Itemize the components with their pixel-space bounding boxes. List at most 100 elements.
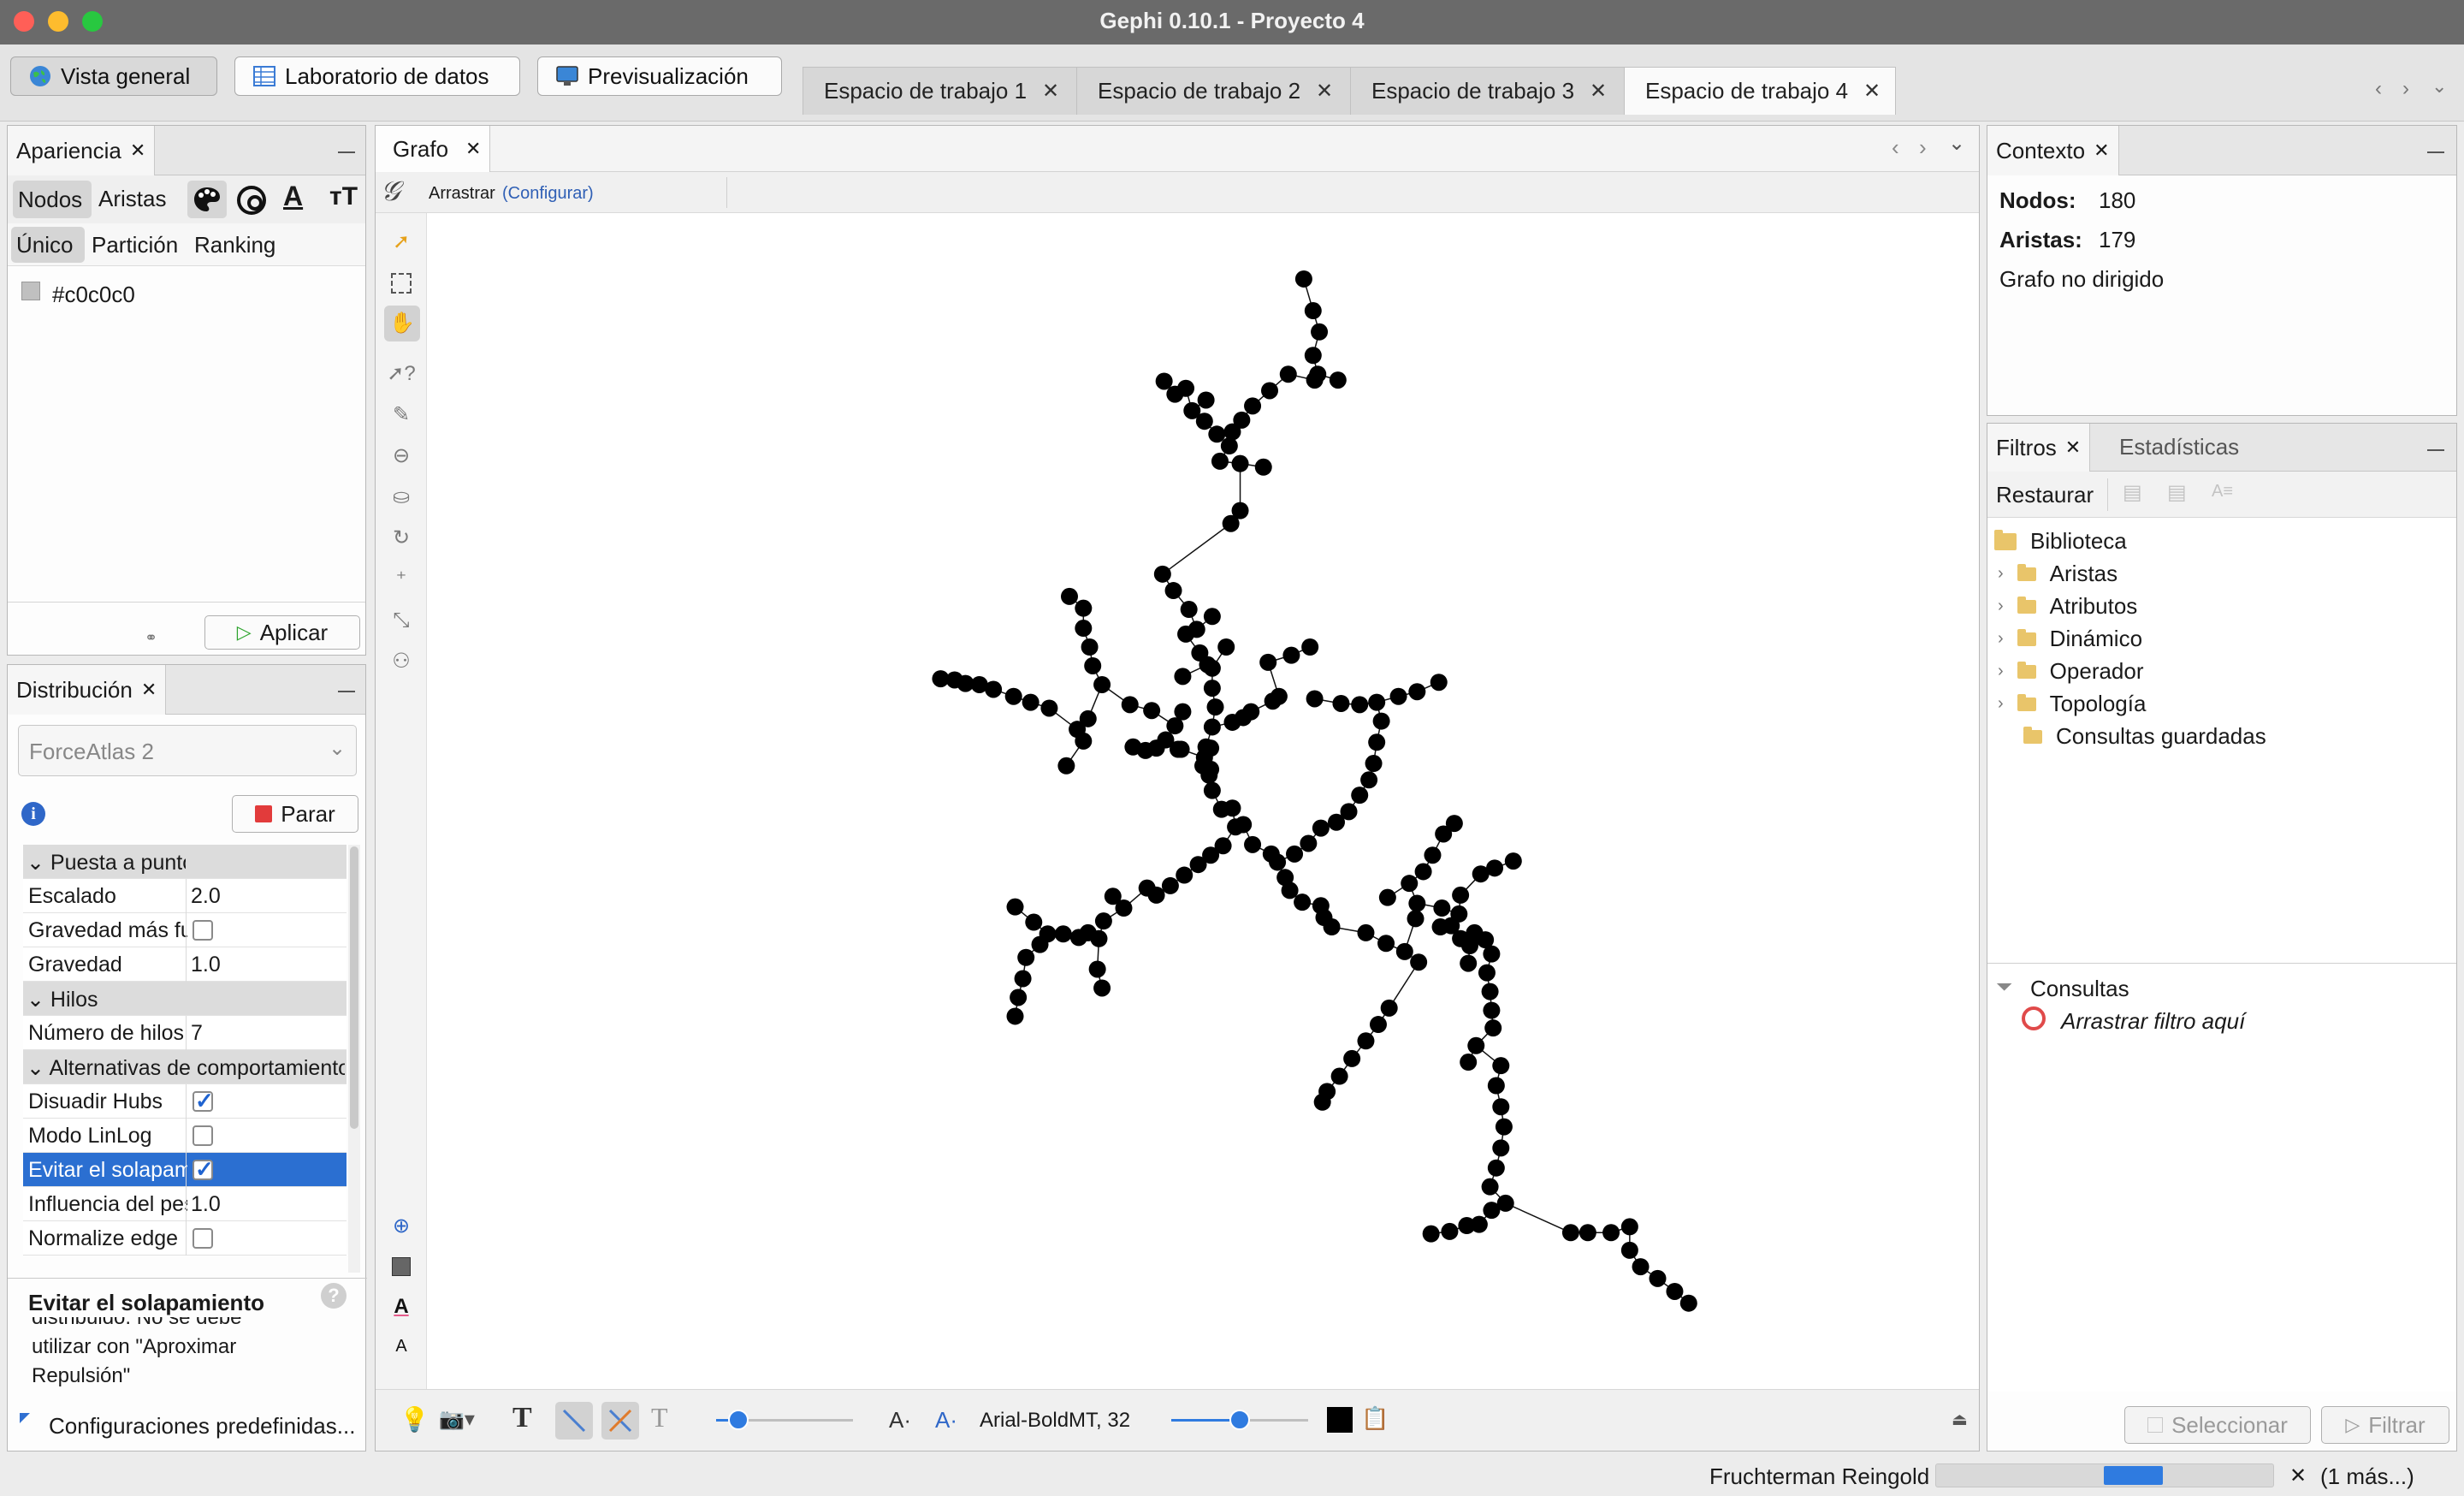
select-pointer-icon[interactable]: ➚ [386,227,417,258]
chevron-right-icon[interactable]: › [1919,134,1927,161]
prop-normalize-edge[interactable]: Normalize edge [23,1221,346,1256]
more-tasks-link[interactable]: (1 más...) [2320,1463,2414,1490]
close-icon[interactable]: ✕ [2065,436,2081,459]
unique-tab[interactable]: Único [11,227,85,263]
tab-filters[interactable]: Filtros ✕ [1987,424,2091,472]
prop-value[interactable]: 1.0 [191,1192,221,1217]
graph-node[interactable] [1481,1178,1499,1196]
graph-node[interactable] [1093,675,1111,693]
graph-node[interactable] [1487,1159,1505,1177]
data-lab-mode-button[interactable]: Laboratorio de datos [234,56,520,96]
graph-node[interactable] [1649,1269,1667,1287]
graph-node[interactable] [1054,925,1072,943]
prop-strong-gravity[interactable]: Gravedad más fuerte [23,913,346,947]
graph-node[interactable] [1174,668,1192,686]
chevron-left-icon[interactable]: ‹ [1892,134,1899,161]
graph-node[interactable] [1220,437,1238,455]
chevron-left-icon[interactable]: ‹ [2375,77,2382,101]
slider-thumb[interactable] [728,1410,749,1430]
graph-node[interactable] [1477,931,1495,949]
font-name[interactable]: Arial-BoldMT, 32 [980,1409,1130,1433]
prop-value[interactable]: 2.0 [191,884,221,909]
stop-button[interactable]: Parar [232,795,358,833]
graph-node[interactable] [1620,1218,1638,1236]
workspace-tab-4[interactable]: Espacio de trabajo 4 ✕ [1624,67,1896,115]
show-labels-icon[interactable]: T [512,1402,532,1434]
graph-node[interactable] [1561,1224,1579,1242]
prop-linlog[interactable]: Modo LinLog [23,1119,346,1153]
strong-gravity-checkbox[interactable] [192,920,213,941]
graph-node[interactable] [1094,912,1112,930]
graph-node[interactable] [1176,866,1194,884]
graph-node[interactable] [1372,712,1390,730]
graph-node[interactable] [1025,913,1043,931]
graph-node[interactable] [1483,1202,1501,1220]
graph-node[interactable] [1161,876,1179,894]
close-icon[interactable]: ✕ [1042,79,1059,104]
graph-node[interactable] [1306,690,1324,708]
graph-node[interactable] [1211,452,1229,470]
graph-node[interactable] [1620,1241,1638,1259]
graph-node[interactable] [1222,514,1240,532]
screenshot-icon[interactable]: 📷▾ [439,1407,475,1432]
graph-node[interactable] [1208,425,1226,443]
graph-node[interactable] [1312,819,1330,837]
graph-node[interactable] [1203,608,1221,626]
graph-node[interactable] [1442,917,1460,935]
graph-node[interactable] [1351,696,1369,714]
rectangle-select-icon[interactable] [386,268,417,299]
graph-node[interactable] [1017,948,1035,966]
close-icon[interactable]: ✕ [1316,79,1333,104]
graph-node[interactable] [1235,816,1253,834]
graph-node[interactable] [1153,565,1171,583]
graph-node[interactable] [1147,739,1165,757]
graph-node[interactable] [1006,1007,1024,1025]
graph-node[interactable] [1244,397,1262,415]
label-color-icon[interactable]: A [283,181,303,212]
graph-node[interactable] [1458,1217,1476,1235]
tab-context[interactable]: Contexto ✕ [1987,126,2119,175]
property-scrollbar[interactable] [348,845,360,1273]
graph-node[interactable] [1378,888,1396,906]
graph-node[interactable] [1057,757,1075,775]
graph-node[interactable] [1282,646,1300,664]
graph-node[interactable] [1578,1224,1596,1242]
graph-canvas[interactable] [427,213,1979,1389]
export-icon[interactable]: ▤ [2123,480,2142,505]
graph-node[interactable] [1460,1054,1478,1072]
graph-node[interactable] [1433,899,1451,917]
graph-node[interactable] [1329,371,1347,389]
graph-node[interactable] [1217,638,1235,656]
color-swatch[interactable] [21,282,40,300]
drag-hand-icon[interactable]: ✋ [384,306,420,341]
size-icon[interactable] [234,182,270,218]
graph-node[interactable] [1004,687,1022,705]
graph-node[interactable] [1206,698,1224,716]
graph-node[interactable] [1472,865,1490,883]
import-icon[interactable]: ▤ [2167,480,2187,505]
graph-node[interactable] [1424,846,1442,864]
graph-node[interactable] [1484,1019,1502,1037]
paint-bucket-icon[interactable]: ⛀ [386,482,417,513]
graph-node[interactable] [1180,601,1198,619]
graph-node[interactable] [932,670,950,688]
pointer-question-icon[interactable]: ➚? [386,359,417,389]
graph-node[interactable] [1031,935,1049,953]
minimize-icon[interactable] [338,151,355,153]
graph-node[interactable] [1408,894,1426,912]
graph-node[interactable] [1166,717,1184,735]
graph-node[interactable] [1410,953,1428,971]
graph-node[interactable] [1084,656,1102,674]
preview-mode-button[interactable]: Previsualización [537,56,782,96]
zoom-fit-icon[interactable]: ⊕ [386,1211,417,1242]
library-item-edges[interactable]: › Aristas [1998,561,2118,587]
edge-size-slider[interactable] [716,1410,853,1430]
graph-node[interactable] [1679,1294,1697,1312]
edges-tab[interactable]: Aristas [98,186,166,212]
graph-node[interactable] [1495,1118,1513,1136]
graph-node[interactable] [1408,683,1426,701]
library-item-attributes[interactable]: › Atributos [1998,593,2137,620]
minimize-icon[interactable] [2427,151,2444,153]
slider-thumb[interactable] [1229,1410,1250,1430]
graph-node[interactable] [1075,599,1093,617]
